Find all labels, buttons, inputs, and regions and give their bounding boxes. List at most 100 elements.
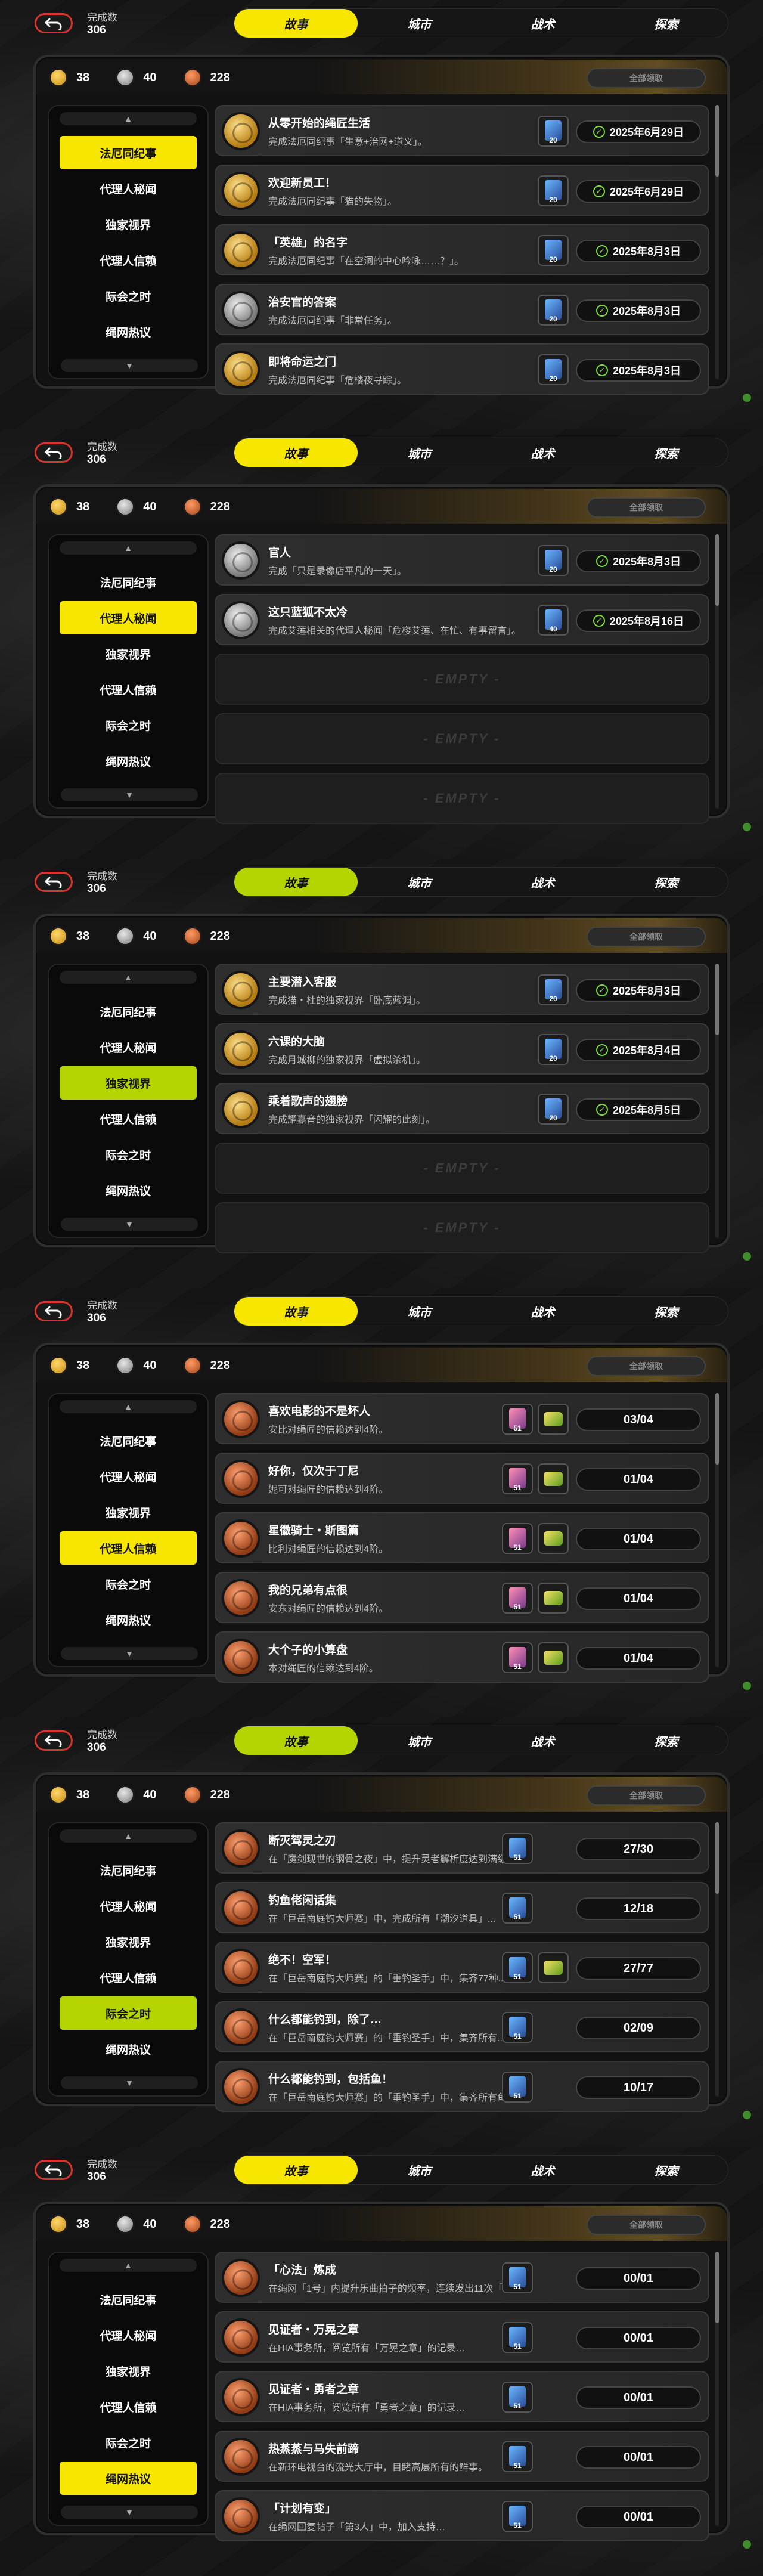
tab-tactics[interactable]: 战术 bbox=[481, 2156, 604, 2184]
back-button[interactable] bbox=[35, 1301, 73, 1321]
scroll-up-button[interactable]: ▲ bbox=[60, 971, 197, 984]
scroll-down-button[interactable]: ▼ bbox=[61, 359, 198, 372]
reward-card-icon[interactable]: 51 bbox=[502, 2012, 533, 2043]
achievement-row[interactable]: 「计划有变」 在绳网回复帖子「第3人」中，加入支持… 51 00/01 bbox=[215, 2490, 709, 2541]
claim-all-button[interactable]: 全部领取 bbox=[587, 2215, 706, 2235]
scroll-down-button[interactable]: ▼ bbox=[61, 1647, 198, 1660]
achievement-row[interactable]: 六课的大脑 完成月城柳的独家视界「虚拟杀机」。 20 ✓ 2025年8月4日 bbox=[215, 1023, 709, 1075]
tab-story[interactable]: 故事 bbox=[234, 1726, 358, 1755]
sidebar-item[interactable]: 代理人信赖 bbox=[60, 673, 197, 706]
reward-card-icon[interactable]: 51 bbox=[502, 2441, 533, 2472]
sidebar-item[interactable]: 代理人秘闻 bbox=[60, 1889, 197, 1922]
scroll-down-button[interactable]: ▼ bbox=[61, 2506, 198, 2519]
sidebar-item[interactable]: 独家视界 bbox=[60, 208, 197, 241]
tab-story[interactable]: 故事 bbox=[234, 438, 358, 467]
scroll-up-button[interactable]: ▲ bbox=[60, 2259, 197, 2272]
reward-card-icon[interactable]: 20 bbox=[538, 1094, 569, 1125]
reward-item-icon[interactable] bbox=[538, 1642, 569, 1673]
reward-card-icon[interactable]: 20 bbox=[538, 235, 569, 266]
achievement-row[interactable]: 治安官的答案 完成法厄同纪事「非常任务」。 20 ✓ 2025年8月3日 bbox=[215, 284, 709, 335]
sidebar-item[interactable]: 代理人秘闻 bbox=[60, 1030, 197, 1064]
back-button[interactable] bbox=[35, 442, 73, 463]
reward-card-icon[interactable]: 51 bbox=[502, 1952, 533, 1983]
claim-all-button[interactable]: 全部领取 bbox=[587, 927, 706, 947]
sidebar-item[interactable]: 代理人信赖 bbox=[60, 1102, 197, 1135]
sidebar-item[interactable]: 绳网热议 bbox=[60, 315, 197, 348]
sidebar-item[interactable]: 法厄同纪事 bbox=[60, 136, 197, 169]
list-scrollbar[interactable] bbox=[715, 105, 719, 379]
reward-card-icon[interactable]: 20 bbox=[538, 545, 569, 576]
claim-all-button[interactable]: 全部领取 bbox=[587, 68, 706, 88]
tab-explore[interactable]: 探索 bbox=[604, 1726, 728, 1755]
tab-explore[interactable]: 探索 bbox=[604, 2156, 728, 2184]
scroll-down-button[interactable]: ▼ bbox=[61, 788, 198, 801]
reward-card-icon[interactable]: 51 bbox=[502, 2382, 533, 2413]
reward-card-icon[interactable]: 51 bbox=[502, 1463, 533, 1494]
list-scrollbar[interactable] bbox=[715, 1822, 719, 2097]
sidebar-item[interactable]: 独家视界 bbox=[60, 1496, 197, 1529]
reward-card-icon[interactable]: 51 bbox=[502, 2501, 533, 2532]
sidebar-item[interactable]: 代理人信赖 bbox=[60, 243, 197, 277]
reward-card-icon[interactable]: 51 bbox=[502, 1583, 533, 1614]
reward-card-icon[interactable]: 51 bbox=[502, 1833, 533, 1864]
claim-all-button[interactable]: 全部领取 bbox=[587, 497, 706, 518]
achievement-row[interactable]: 从零开始的绳匠生活 完成法厄同纪事「生意+治网+道义」。 20 ✓ 2025年6月29日 bbox=[215, 105, 709, 156]
achievement-row[interactable]: 断灭驾灵之刃 在「魔剑现世的钢骨之夜」中，提升灵者解析度达到满级... 51 27/3… bbox=[215, 1822, 709, 1874]
reward-item-icon[interactable] bbox=[538, 1952, 569, 1983]
achievement-row[interactable]: 我的兄弟有点很 安东对绳匠的信赖达到4阶。 51 01/04 bbox=[215, 1572, 709, 1623]
achievement-row[interactable]: 见证者・万晃之章 在HIA事务所，阅览所有「万晃之章」的记录… 51 00/01 bbox=[215, 2311, 709, 2363]
tab-story[interactable]: 故事 bbox=[234, 1297, 358, 1326]
tab-tactics[interactable]: 战术 bbox=[481, 9, 604, 38]
sidebar-item[interactable]: 代理人秘闻 bbox=[60, 2318, 197, 2352]
scroll-up-button[interactable]: ▲ bbox=[60, 1400, 197, 1413]
scroll-down-button[interactable]: ▼ bbox=[61, 2076, 198, 2089]
list-scrollbar[interactable] bbox=[715, 1393, 719, 1667]
tab-explore[interactable]: 探索 bbox=[604, 868, 728, 896]
achievement-row[interactable]: 星徽骑士・斯图篇 比利对绳匠的信赖达到4阶。 51 01/04 bbox=[215, 1512, 709, 1563]
list-scrollbar[interactable] bbox=[715, 2252, 719, 2526]
achievement-row[interactable]: 这只蓝狐不太冷 完成艾莲相关的代理人秘闻「危楼艾莲、在忙、有事留言」。 40 ✓ 202… bbox=[215, 594, 709, 645]
tab-tactics[interactable]: 战术 bbox=[481, 438, 604, 467]
reward-card-icon[interactable]: 51 bbox=[502, 1642, 533, 1673]
reward-item-icon[interactable] bbox=[538, 1523, 569, 1554]
achievement-row[interactable]: 欢迎新员工！ 完成法厄同纪事「猫的失物」。 20 ✓ 2025年6月29日 bbox=[215, 165, 709, 216]
sidebar-item[interactable]: 法厄同纪事 bbox=[60, 2283, 197, 2316]
scroll-up-button[interactable]: ▲ bbox=[60, 1829, 197, 1843]
reward-card-icon[interactable]: 20 bbox=[538, 116, 569, 147]
scrollbar-thumb[interactable] bbox=[715, 105, 719, 177]
claim-all-button[interactable]: 全部领取 bbox=[587, 1356, 706, 1376]
sidebar-item[interactable]: 绳网热议 bbox=[60, 1603, 197, 1636]
tab-story[interactable]: 故事 bbox=[234, 2156, 358, 2184]
sidebar-item[interactable]: 际会之时 bbox=[60, 1567, 197, 1600]
sidebar-item[interactable]: 际会之时 bbox=[60, 1996, 197, 2030]
reward-item-icon[interactable] bbox=[538, 1463, 569, 1494]
sidebar-item[interactable]: 际会之时 bbox=[60, 708, 197, 742]
sidebar-item[interactable]: 独家视界 bbox=[60, 1925, 197, 1958]
sidebar-item[interactable]: 法厄同纪事 bbox=[60, 1853, 197, 1887]
scrollbar-thumb[interactable] bbox=[715, 1393, 719, 1465]
sidebar-item[interactable]: 代理人信赖 bbox=[60, 1961, 197, 1994]
sidebar-item[interactable]: 代理人秘闻 bbox=[60, 601, 197, 634]
tab-city[interactable]: 城市 bbox=[358, 9, 481, 38]
tab-explore[interactable]: 探索 bbox=[604, 438, 728, 467]
list-scrollbar[interactable] bbox=[715, 534, 719, 809]
reward-card-icon[interactable]: 51 bbox=[502, 2322, 533, 2353]
reward-card-icon[interactable]: 40 bbox=[538, 605, 569, 636]
reward-card-icon[interactable]: 20 bbox=[538, 974, 569, 1005]
achievement-row[interactable]: 官人 完成「只是录像店平凡的一天」。 20 ✓ 2025年8月3日 bbox=[215, 534, 709, 586]
sidebar-item[interactable]: 法厄同纪事 bbox=[60, 1424, 197, 1457]
tab-story[interactable]: 故事 bbox=[234, 9, 358, 38]
achievement-row[interactable]: 什么都能钓到，除了… 在「巨岳南庭钓大师赛」的「垂钓圣手」中，集齐所有... 51 0… bbox=[215, 2001, 709, 2052]
sidebar-item[interactable]: 独家视界 bbox=[60, 2354, 197, 2388]
achievement-row[interactable]: 即将命运之门 完成法厄同纪事「危楼夜寻踪」。 20 ✓ 2025年8月3日 bbox=[215, 343, 709, 395]
sidebar-item[interactable]: 际会之时 bbox=[60, 279, 197, 312]
sidebar-item[interactable]: 代理人秘闻 bbox=[60, 172, 197, 205]
reward-item-icon[interactable] bbox=[538, 1583, 569, 1614]
achievement-row[interactable]: 绝不！空军！ 在「巨岳南庭钓大师赛」的「垂钓圣手」中，集齐77种... 51 27/7… bbox=[215, 1942, 709, 1993]
scrollbar-thumb[interactable] bbox=[715, 1822, 719, 1894]
achievement-row[interactable]: 「心法」炼成 在绳网「1号」内提升乐曲拍子的频率，连续发出11次「心法」… 51 00… bbox=[215, 2252, 709, 2303]
sidebar-item[interactable]: 绳网热议 bbox=[60, 2032, 197, 2066]
tab-tactics[interactable]: 战术 bbox=[481, 1726, 604, 1755]
scrollbar-thumb[interactable] bbox=[715, 2252, 719, 2323]
achievement-row[interactable]: 喜欢电影的不是坏人 安比对绳匠的信赖达到4阶。 51 03/04 bbox=[215, 1393, 709, 1444]
